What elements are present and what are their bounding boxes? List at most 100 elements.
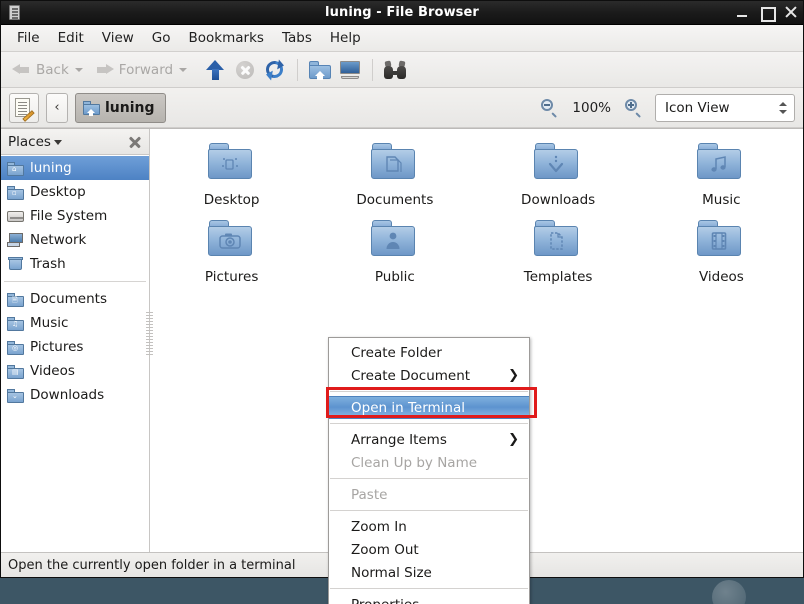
context-menu-item-label: Paste bbox=[351, 487, 387, 503]
context-menu-item-create-folder[interactable]: Create Folder bbox=[329, 341, 529, 364]
home-folder-icon: ⌂ bbox=[7, 161, 24, 176]
forward-label: Forward bbox=[119, 62, 173, 78]
reload-button[interactable] bbox=[260, 56, 290, 84]
context-menu-item-label: Zoom In bbox=[351, 519, 407, 535]
back-arrow-icon bbox=[12, 62, 31, 77]
sidebar-item-label: Desktop bbox=[30, 184, 86, 200]
context-menu-separator bbox=[330, 423, 528, 424]
sidebar-item-label: Network bbox=[30, 232, 86, 248]
context-menu-item-properties[interactable]: Properties bbox=[329, 593, 529, 604]
sidebar-item-luning[interactable]: ⌂ luning bbox=[1, 156, 149, 180]
documents-folder-icon: 🗎 bbox=[7, 292, 24, 307]
menu-help[interactable]: Help bbox=[321, 27, 370, 49]
stop-button[interactable] bbox=[230, 56, 260, 84]
file-item-downloads[interactable]: Downloads bbox=[477, 143, 640, 208]
file-item-pictures[interactable]: Pictures bbox=[150, 220, 313, 285]
search-button[interactable] bbox=[380, 56, 410, 84]
window-title: luning - File Browser bbox=[1, 5, 803, 20]
context-menu-item-label: Properties bbox=[351, 597, 419, 604]
context-menu-item-create-document[interactable]: Create Document ❯ bbox=[329, 364, 529, 387]
desktop-folder-icon: ▫ bbox=[7, 185, 24, 200]
context-menu-item-label: Zoom Out bbox=[351, 542, 419, 558]
context-menu: Create Folder Create Document ❯ Open in … bbox=[328, 337, 530, 604]
places-header: Places bbox=[1, 129, 149, 155]
menu-go[interactable]: Go bbox=[143, 27, 180, 49]
minimize-icon[interactable] bbox=[736, 6, 749, 19]
file-item-templates[interactable]: Templates bbox=[477, 220, 640, 285]
menu-bar: File Edit View Go Bookmarks Tabs Help bbox=[1, 25, 803, 52]
title-bar[interactable]: luning - File Browser bbox=[1, 1, 803, 25]
sidebar-separator bbox=[4, 281, 146, 282]
home-folder-icon bbox=[309, 61, 331, 79]
view-mode-select[interactable]: Icon View bbox=[655, 94, 795, 122]
close-icon[interactable] bbox=[784, 6, 797, 19]
breadcrumb-label: luning bbox=[105, 100, 155, 116]
context-menu-item-zoom-in[interactable]: Zoom In bbox=[329, 515, 529, 538]
menu-tabs[interactable]: Tabs bbox=[273, 27, 321, 49]
file-grid: Desktop Documents bbox=[150, 143, 803, 285]
disk-icon bbox=[7, 209, 24, 224]
sidebar-item-trash[interactable]: Trash bbox=[1, 252, 149, 276]
back-history-dropdown-icon[interactable] bbox=[74, 65, 84, 75]
places-title: Places bbox=[8, 134, 51, 150]
breadcrumb-scroll-left-button[interactable]: ‹ bbox=[46, 93, 68, 123]
sidebar-item-label: File System bbox=[30, 208, 107, 224]
maximize-icon[interactable] bbox=[760, 6, 773, 19]
trash-icon bbox=[7, 257, 24, 272]
toolbar-separator-2 bbox=[372, 59, 373, 81]
forward-history-dropdown-icon[interactable] bbox=[178, 65, 188, 75]
computer-button[interactable] bbox=[335, 56, 365, 84]
sidebar-item-desktop[interactable]: ▫ Desktop bbox=[1, 180, 149, 204]
sidebar-item-pictures[interactable]: ◎ Pictures bbox=[1, 335, 149, 359]
sidebar-item-file-system[interactable]: File System bbox=[1, 204, 149, 228]
file-browser-icon bbox=[6, 4, 24, 22]
menu-bookmarks[interactable]: Bookmarks bbox=[180, 27, 273, 49]
context-menu-separator bbox=[330, 510, 528, 511]
zoom-in-icon[interactable] bbox=[625, 99, 642, 116]
menu-file[interactable]: File bbox=[8, 27, 49, 49]
sidebar-item-network[interactable]: Network bbox=[1, 228, 149, 252]
file-item-public[interactable]: Public bbox=[313, 220, 476, 285]
location-bar: ‹ luning 100% Icon View bbox=[1, 88, 803, 128]
context-menu-item-label: Normal Size bbox=[351, 565, 432, 581]
back-button[interactable]: Back bbox=[7, 60, 74, 80]
context-menu-separator bbox=[330, 391, 528, 392]
breadcrumb-luning[interactable]: luning bbox=[75, 93, 166, 123]
chevron-down-icon[interactable] bbox=[54, 137, 64, 147]
menu-view[interactable]: View bbox=[93, 27, 143, 49]
sidebar-item-music[interactable]: ♫ Music bbox=[1, 311, 149, 335]
edit-path-icon bbox=[15, 98, 34, 118]
menu-edit[interactable]: Edit bbox=[49, 27, 93, 49]
context-menu-item-open-in-terminal[interactable]: Open in Terminal bbox=[329, 396, 529, 419]
context-menu-item-label: Create Folder bbox=[351, 345, 442, 361]
file-item-documents[interactable]: Documents bbox=[313, 143, 476, 208]
file-item-desktop[interactable]: Desktop bbox=[150, 143, 313, 208]
file-item-music[interactable]: Music bbox=[640, 143, 803, 208]
open-parent-button[interactable] bbox=[200, 56, 230, 84]
context-menu-separator bbox=[330, 588, 528, 589]
toggle-path-entry-button[interactable] bbox=[9, 93, 39, 123]
context-menu-item-normal-size[interactable]: Normal Size bbox=[329, 561, 529, 584]
public-folder-icon bbox=[371, 220, 419, 262]
file-item-label: Public bbox=[375, 269, 415, 285]
zoom-out-icon[interactable] bbox=[541, 99, 558, 116]
context-menu-item-label: Open in Terminal bbox=[351, 400, 465, 416]
context-menu-item-zoom-out[interactable]: Zoom Out bbox=[329, 538, 529, 561]
computer-icon bbox=[339, 61, 361, 79]
chevron-right-icon: ❯ bbox=[508, 432, 519, 447]
desktop-folder-icon bbox=[208, 143, 256, 185]
sidebar-item-videos[interactable]: ▤ Videos bbox=[1, 359, 149, 383]
downloads-folder-icon: ⌄ bbox=[7, 388, 24, 403]
close-sidebar-icon[interactable] bbox=[128, 135, 142, 149]
file-item-videos[interactable]: Videos bbox=[640, 220, 803, 285]
forward-button[interactable]: Forward bbox=[90, 60, 178, 80]
sidebar-item-documents[interactable]: 🗎 Documents bbox=[1, 287, 149, 311]
videos-folder-icon bbox=[697, 220, 745, 262]
sidebar-item-label: Trash bbox=[30, 256, 66, 272]
sidebar-item-label: Videos bbox=[30, 363, 75, 379]
context-menu-item-arrange-items[interactable]: Arrange Items ❯ bbox=[329, 428, 529, 451]
sidebar-item-downloads[interactable]: ⌄ Downloads bbox=[1, 383, 149, 407]
chevron-updown-icon bbox=[777, 100, 788, 116]
home-button[interactable] bbox=[305, 56, 335, 84]
sidebar-splitter[interactable] bbox=[146, 312, 153, 356]
